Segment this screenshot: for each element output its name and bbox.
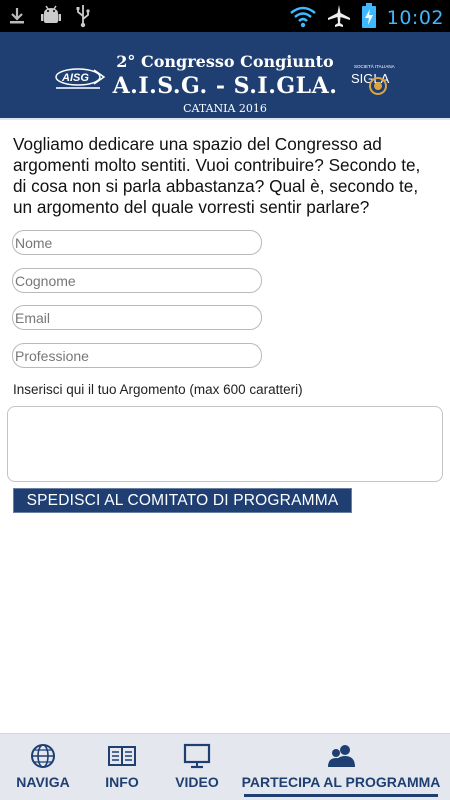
submit-button[interactable]: SPEDISCI AL COMITATO DI PROGRAMMA — [13, 488, 352, 513]
nav-label-info: INFO — [105, 774, 139, 790]
sigla-logo-caption: SOCIETÀ ITALIANA — [354, 63, 395, 69]
intro-text: Vogliamo dedicare una spazio del Congres… — [13, 134, 421, 217]
nav-label-partecipa: PARTECIPA AL PROGRAMMA — [241, 774, 441, 790]
clock: 10:02 — [386, 7, 444, 29]
wifi-icon — [289, 4, 317, 32]
book-icon — [108, 743, 136, 769]
sigla-logo: SOCIETÀ ITALIANA SIGLA — [348, 62, 398, 98]
nav-item-partecipa[interactable]: PARTECIPA AL PROGRAMMA — [236, 734, 446, 800]
surname-field[interactable] — [12, 268, 262, 293]
name-field[interactable] — [12, 230, 262, 255]
topic-label: Inserisci qui il tuo Argomento (max 600 … — [13, 382, 303, 397]
email-field[interactable] — [12, 305, 262, 330]
download-icon — [8, 6, 26, 30]
globe-icon — [29, 743, 57, 769]
bottom-nav: NAVIGA INFO VIDEO PARTECIPA AL PROGRAMMA — [0, 733, 450, 800]
battery-charging-icon — [361, 3, 377, 33]
status-bar: 10:02 — [0, 0, 450, 32]
nav-item-info[interactable]: INFO — [86, 734, 158, 800]
status-bar-notifications — [8, 4, 90, 32]
nav-item-naviga[interactable]: NAVIGA — [0, 734, 86, 800]
banner-location: CATANIA 2016 — [183, 102, 267, 115]
usb-icon — [76, 4, 90, 32]
congress-banner: AISG 2° Congresso Congiunto A.I.S.G. - S… — [0, 32, 450, 120]
android-debug-icon — [40, 4, 62, 32]
status-bar-system: 10:02 — [289, 3, 444, 33]
airplane-icon — [327, 4, 351, 32]
active-tab-indicator — [244, 794, 438, 797]
monitor-icon — [183, 743, 211, 769]
people-icon — [327, 743, 355, 769]
nav-label-video: VIDEO — [175, 774, 219, 790]
profession-field[interactable] — [12, 343, 262, 368]
nav-item-video[interactable]: VIDEO — [158, 734, 236, 800]
topic-textarea[interactable] — [7, 406, 443, 482]
nav-label-naviga: NAVIGA — [16, 774, 70, 790]
